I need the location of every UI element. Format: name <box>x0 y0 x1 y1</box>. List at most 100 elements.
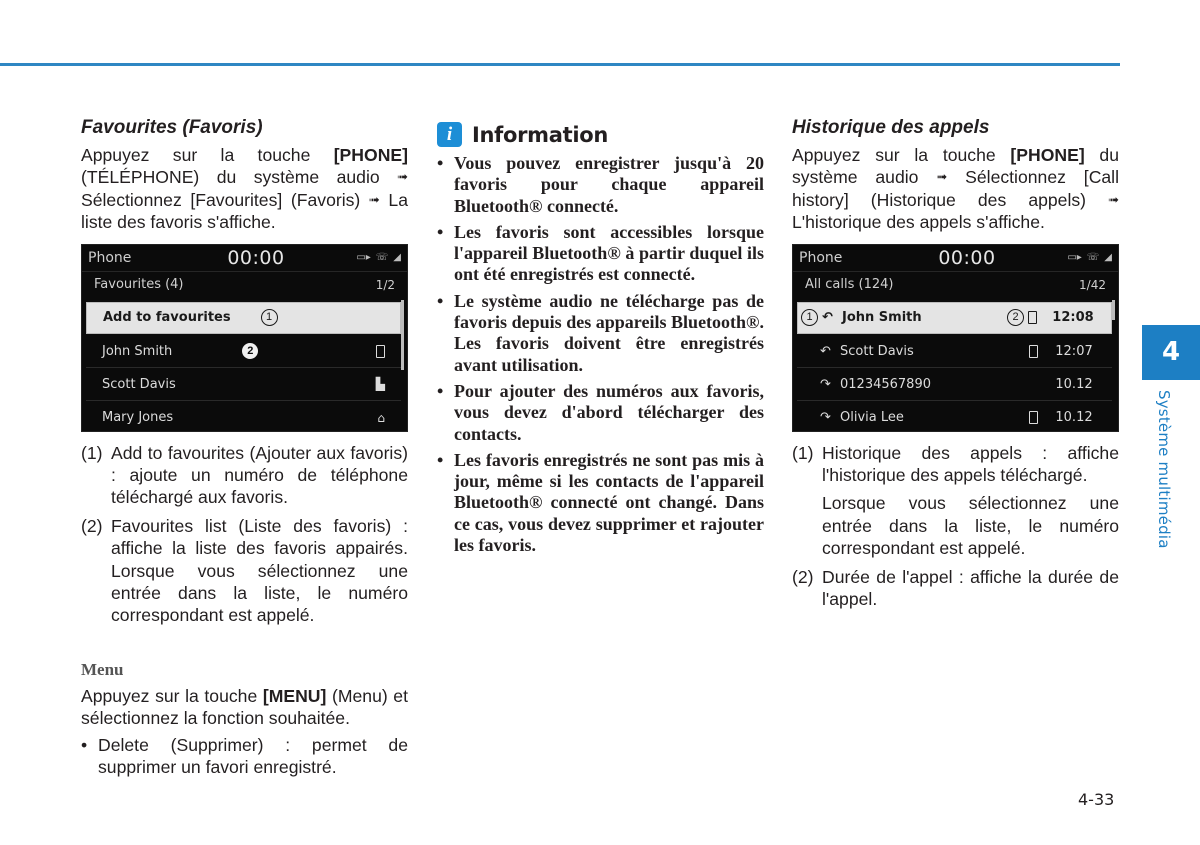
menu-paragraph: Appuyez sur la touche [MENU] (Menu) et s… <box>81 685 408 730</box>
callout-1: 1 <box>260 309 278 327</box>
note-item: (1) Add to favourites (Ajouter aux favor… <box>81 442 408 509</box>
clock: 00:00 <box>227 246 285 269</box>
row-label: Scott Davis <box>102 376 176 392</box>
chapter-label: Système multimédia <box>1155 390 1173 549</box>
signal-icon: ◢ <box>1104 252 1112 264</box>
note-number: (2) <box>792 566 814 587</box>
app-name: Phone <box>799 249 843 266</box>
clock: 00:00 <box>938 246 996 269</box>
note-text: Durée de l'appel : affiche la durée de l… <box>822 566 1119 611</box>
home-icon: ⌂ <box>377 410 385 425</box>
info-title: Information <box>472 122 609 147</box>
call-history-screen: Phone 00:00 ▭▸ ☏ ◢ All calls (124) 1/42 … <box>792 243 1119 432</box>
info-list: • Vous pouvez enregistrer jusqu'à 20 favo… <box>437 153 764 556</box>
call-history-item[interactable]: ↷ 01234567890 10.12 <box>797 369 1112 401</box>
add-to-favourites-button[interactable]: Add to favourites 1 <box>86 301 401 334</box>
office-icon: ▙ <box>375 377 385 392</box>
bullet-text: Vous pouvez enregistrer jusqu'à 20 favor… <box>454 153 764 216</box>
missed-call-icon: ↷ <box>820 410 831 426</box>
bullet-text: Delete (Supprimer) : permet de supprimer… <box>98 734 408 778</box>
section-title: Historique des appels <box>792 117 990 138</box>
favourites-section: Favourites (Favoris) Appuyez sur la touc… <box>81 116 408 779</box>
text: Appuyez sur la touche <box>81 145 334 165</box>
bullet-icon: • <box>81 734 88 755</box>
text: L'historique des appels s'affiche. <box>792 212 1045 233</box>
call-time: 12:08 <box>1052 310 1094 326</box>
page-indicator: 1/42 <box>1079 277 1106 292</box>
favourites-screen: Phone 00:00 ▭▸ ☏ ◢ Favourites (4) 1/2 Ad… <box>81 243 408 432</box>
row-label: Add to favourites <box>103 310 231 326</box>
callout-notes: (1) Add to favourites (Ajouter aux favor… <box>81 442 408 627</box>
scrollbar[interactable] <box>401 299 404 370</box>
page-indicator: 1/2 <box>375 277 395 292</box>
list-title: All calls (124) <box>805 277 894 293</box>
call-history-item[interactable]: ↶ Scott Davis 12:07 <box>797 336 1112 368</box>
status-icons: ▭▸ ☏ ◢ <box>356 252 401 263</box>
scrollbar[interactable] <box>1112 299 1115 320</box>
row-label: 01234567890 <box>840 376 931 392</box>
row-label: Scott Davis <box>840 343 914 359</box>
bullet-icon: • <box>437 449 444 470</box>
text: Sélectionnez [Favourites] (Favoris) <box>81 189 369 210</box>
note-number: (1) <box>792 442 814 463</box>
call-history-item[interactable]: ↷ Olivia Lee 10.12 <box>797 402 1112 431</box>
intro-paragraph: Appuyez sur la touche [PHONE] du système… <box>792 144 1119 234</box>
callout-2: 2 <box>1007 309 1024 327</box>
arrow-icon: ➟ <box>397 169 408 185</box>
information-box: i Information • Vous pouvez enregistrer j… <box>437 122 764 561</box>
menu-heading: Menu <box>81 659 124 679</box>
arrow-icon: ➟ <box>936 169 948 185</box>
note-paragraph: Durée de l'appel : affiche la durée de l… <box>822 566 1119 610</box>
bullet-text: Le système audio ne télécharge pas de fa… <box>454 290 764 375</box>
info-header: i Information <box>437 122 764 147</box>
mobile-icon <box>1029 344 1038 358</box>
call-time: 10.12 <box>1055 410 1093 426</box>
mobile-icon <box>376 344 385 358</box>
list-header: Favourites (4) 1/2 <box>82 270 407 298</box>
info-bullet: • Le système audio ne télécharge pas de f… <box>437 291 764 376</box>
outgoing-call-icon: ↶ <box>822 310 833 326</box>
call-history-item[interactable]: 1 ↶ John Smith 2 12:08 <box>797 301 1112 334</box>
status-bar: Phone 00:00 ▭▸ ☏ ◢ <box>82 245 407 271</box>
row-label: John Smith <box>842 310 922 326</box>
arrow-icon: ➟ <box>1108 191 1119 207</box>
info-bullet: • Pour ajouter des numéros aux favoris, v… <box>437 381 764 445</box>
favourite-item[interactable]: John Smith 2 <box>86 336 401 368</box>
section-title: Favourites (Favoris) <box>81 117 263 138</box>
note-paragraph: Historique des appels : affiche l'histor… <box>822 442 1119 486</box>
note-number: (2) <box>81 515 103 536</box>
note-item: (1) Historique des appels : affiche l'hi… <box>792 442 1119 560</box>
call-time: 12:07 <box>1055 343 1093 359</box>
text: (TÉLÉPHONE) du système audio <box>81 167 398 188</box>
key-label: [PHONE] <box>333 145 408 165</box>
bullet-icon: • <box>437 290 444 311</box>
bluetooth-phone-icon: ☏ <box>1086 252 1100 264</box>
row-label: John Smith <box>102 343 173 359</box>
favourite-item[interactable]: Mary Jones ⌂ <box>86 402 401 431</box>
intro-paragraph: Appuyez sur la touche [PHONE] (TÉLÉPHONE… <box>81 144 408 234</box>
page-number: 4-33 <box>1078 790 1115 809</box>
app-name: Phone <box>88 249 132 266</box>
bullet-text: Les favoris enregistrés ne sont pas mis … <box>454 449 764 556</box>
note-text: Add to favourites (Ajouter aux favoris) … <box>111 442 408 508</box>
note-paragraph: Lorsque vous sélectionnez une entrée dan… <box>822 493 1119 559</box>
mobile-icon <box>1029 411 1038 425</box>
chapter-tab[interactable]: 4 <box>1142 325 1200 380</box>
battery-icon: ▭▸ <box>1067 252 1082 264</box>
note-text: Favourites list (Liste des favoris) : af… <box>111 515 408 626</box>
favourite-item[interactable]: Scott Davis ▙ <box>86 369 401 401</box>
bullet-icon: • <box>437 221 444 242</box>
note-number: (1) <box>81 442 103 463</box>
call-history-section: Historique des appels Appuyez sur la tou… <box>792 116 1119 616</box>
list-title: Favourites (4) <box>94 277 184 293</box>
header-rule <box>0 63 1120 66</box>
list-header: All calls (124) 1/42 <box>793 270 1118 298</box>
note-text: Historique des appels : affiche l'histor… <box>822 442 1119 560</box>
key-label: [MENU] <box>262 685 327 706</box>
info-bullet: • Vous pouvez enregistrer jusqu'à 20 favo… <box>437 153 764 217</box>
row-label: Olivia Lee <box>840 410 904 426</box>
callout-notes: (1) Historique des appels : affiche l'hi… <box>792 442 1119 611</box>
status-bar: Phone 00:00 ▭▸ ☏ ◢ <box>793 245 1118 271</box>
callout-2: 2 <box>242 343 259 360</box>
bullet-text: Les favoris sont accessibles lorsque l'a… <box>454 221 764 285</box>
